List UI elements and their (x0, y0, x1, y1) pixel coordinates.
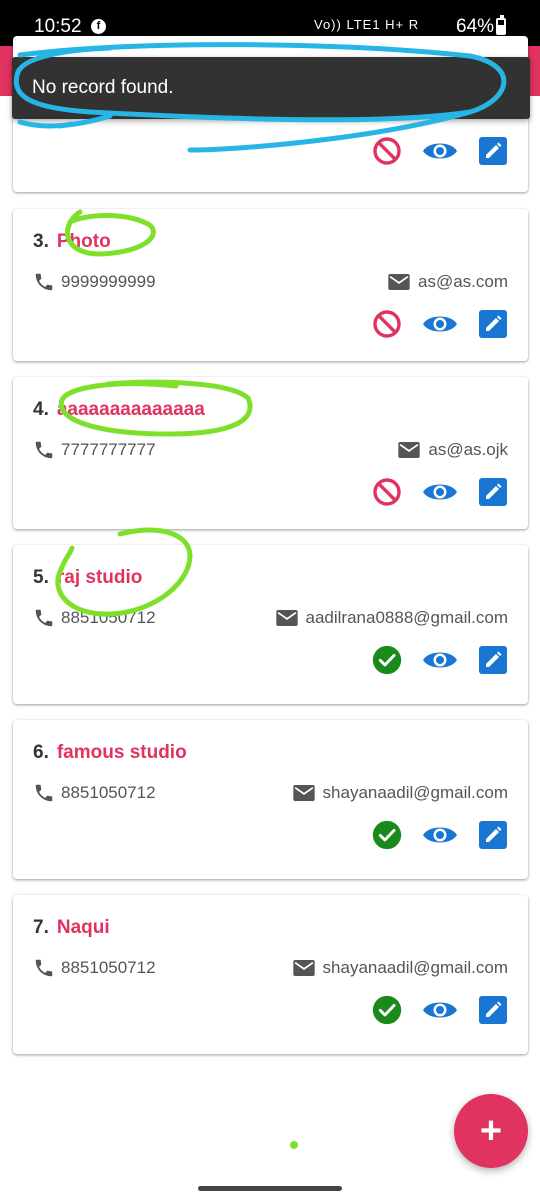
mail-icon (275, 610, 298, 626)
email-row: as@as.com (388, 271, 508, 293)
record-phone: 8851050712 (61, 783, 156, 802)
mail-icon (388, 274, 410, 290)
record-number: 6. (33, 742, 49, 763)
edit-icon[interactable] (478, 820, 508, 850)
facebook-icon: f (91, 19, 106, 34)
record-actions (352, 134, 508, 168)
phone-row: 8851050712 (33, 607, 156, 629)
record-actions (352, 475, 508, 509)
phone-row: 9999999999 (33, 271, 156, 293)
record-card: 7. Naqui 8851050712 shayanaadil@gmail.com (13, 895, 528, 1054)
phone-row: 8851050712 (33, 957, 156, 979)
record-name: Naqui (56, 917, 110, 938)
block-toggle-block-icon[interactable] (372, 309, 402, 339)
snackbar-message: No record found. (32, 77, 174, 98)
record-card: 5. raj studio 8851050712 aadilrana0888@gmai… (13, 545, 528, 704)
record-title: 4. aaaaaaaaaaaaaa (33, 399, 205, 421)
record-phone: 8851050712 (61, 608, 156, 627)
record-number: 7. (33, 917, 49, 938)
edit-icon[interactable] (478, 645, 508, 675)
record-actions (352, 993, 508, 1027)
record-phone: 9999999999 (61, 272, 156, 291)
mail-icon (292, 785, 315, 801)
record-actions (352, 818, 508, 852)
view-eye-icon[interactable] (422, 309, 458, 339)
approve-toggle-check-circle-icon[interactable] (372, 645, 402, 675)
record-card: 3. Photo 9999999999 as@as.com (13, 209, 528, 361)
record-actions (352, 643, 508, 677)
phone-icon (33, 439, 55, 461)
email-row: shayanaadil@gmail.com (292, 782, 508, 804)
phone-icon (33, 957, 55, 979)
phone-icon (33, 271, 55, 293)
view-eye-icon[interactable] (422, 645, 458, 675)
record-title: 6. famous studio (33, 742, 187, 764)
view-eye-icon[interactable] (422, 477, 458, 507)
record-phone: 7777777777 (61, 440, 156, 459)
record-email: aadilrana0888@gmail.com (305, 608, 508, 627)
record-name: raj studio (56, 567, 143, 588)
block-toggle-block-icon[interactable] (372, 136, 402, 166)
record-email: as@as.com (417, 272, 508, 291)
block-toggle-block-icon[interactable] (372, 477, 402, 507)
phone-row: 8851050712 (33, 782, 156, 804)
record-email: shayanaadil@gmail.com (322, 783, 508, 802)
mail-icon (398, 442, 421, 458)
record-name: Photo (56, 231, 111, 252)
plus-icon: + (479, 1110, 503, 1152)
approve-toggle-check-circle-icon[interactable] (372, 820, 402, 850)
battery-level: 64% (456, 16, 495, 37)
edit-icon[interactable] (478, 995, 508, 1025)
record-phone: 8851050712 (61, 958, 156, 977)
green-dot (290, 1141, 298, 1149)
edit-icon[interactable] (478, 477, 508, 507)
record-number: 5. (33, 567, 49, 588)
record-email: as@as.ojk (428, 440, 508, 459)
record-actions (352, 307, 508, 341)
record-title: 3. Photo (33, 231, 111, 253)
approve-toggle-check-circle-icon[interactable] (372, 995, 402, 1025)
mail-icon (292, 960, 315, 976)
phone-icon (33, 782, 55, 804)
record-card: 6. famous studio 8851050712 shayanaadil@gma… (13, 720, 528, 879)
record-name: famous studio (56, 742, 187, 763)
status-time: 10:52 (34, 16, 82, 37)
email-row: as@as.ojk (398, 439, 508, 461)
email-row: aadilrana0888@gmail.com (275, 607, 508, 629)
edit-icon[interactable] (478, 309, 508, 339)
battery-icon (496, 15, 506, 35)
view-eye-icon[interactable] (422, 820, 458, 850)
record-number: 4. (33, 399, 49, 420)
record-email: shayanaadil@gmail.com (322, 958, 508, 977)
email-row: shayanaadil@gmail.com (292, 957, 508, 979)
network-status: Vo)) LTE1 H+ R (314, 17, 420, 32)
record-title: 5. raj studio (33, 567, 142, 589)
snackbar: No record found. (12, 57, 530, 119)
record-title: 7. Naqui (33, 917, 110, 939)
record-number: 3. (33, 231, 49, 252)
view-eye-icon[interactable] (422, 995, 458, 1025)
view-eye-icon[interactable] (422, 136, 458, 166)
add-record-button[interactable]: + (454, 1094, 528, 1168)
record-card: 4. aaaaaaaaaaaaaa 7777777777 as@as.ojk (13, 377, 528, 529)
navigation-handle[interactable] (198, 1186, 342, 1191)
phone-icon (33, 607, 55, 629)
record-name: aaaaaaaaaaaaaa (56, 399, 205, 420)
phone-row: 7777777777 (33, 439, 156, 461)
edit-icon[interactable] (478, 136, 508, 166)
